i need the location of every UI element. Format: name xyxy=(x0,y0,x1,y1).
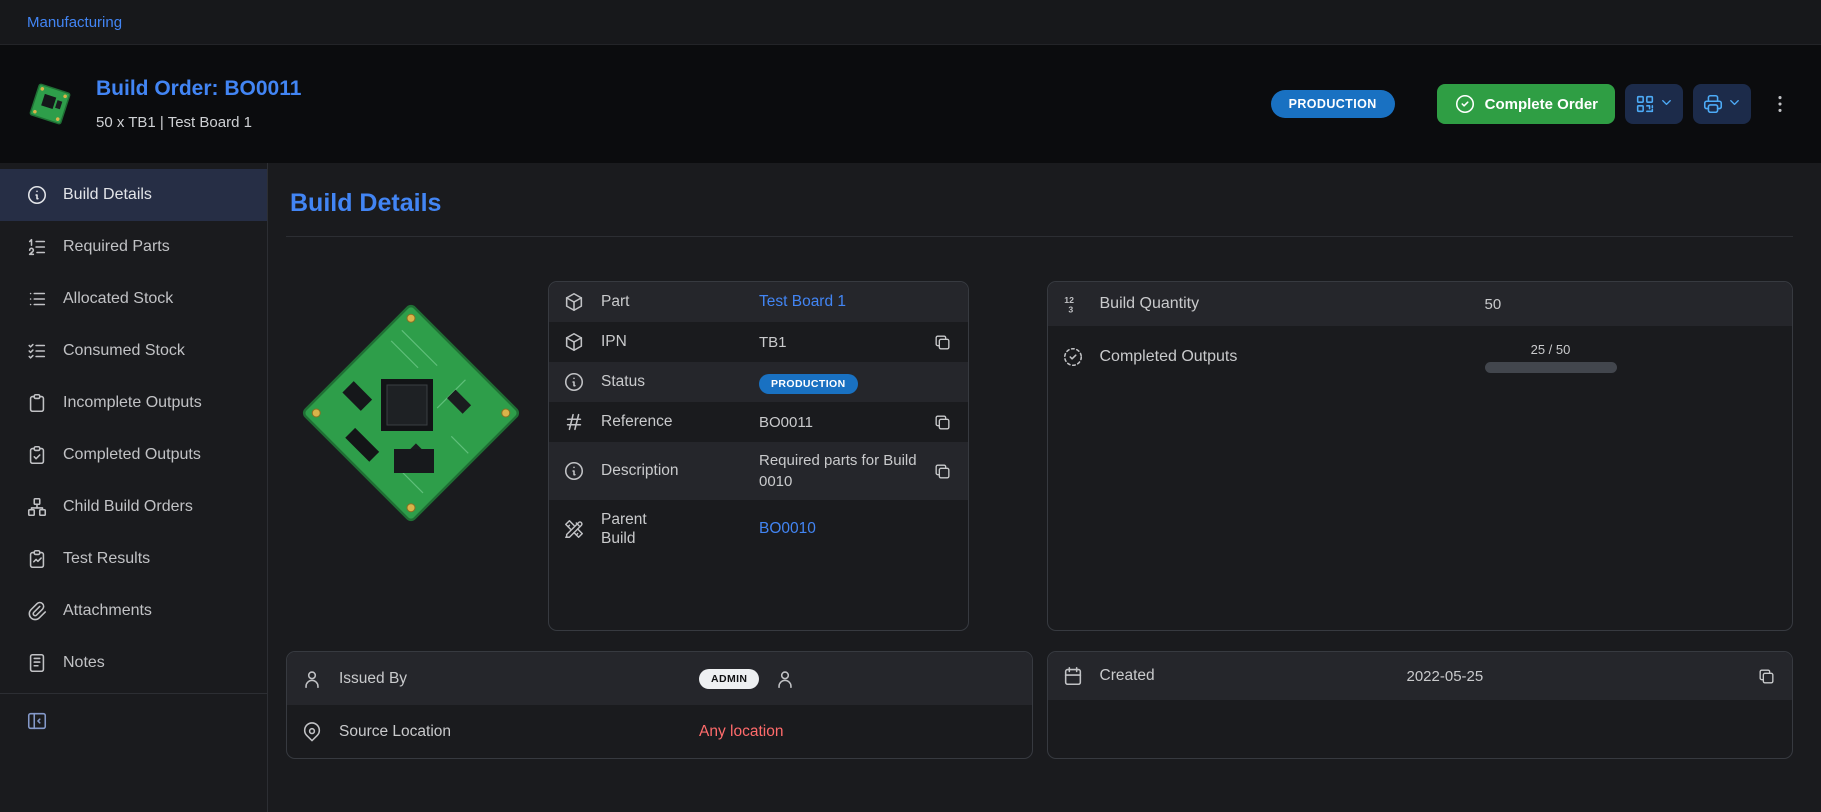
part-link[interactable]: Test Board 1 xyxy=(759,293,846,310)
copy-icon xyxy=(1757,667,1776,686)
clipboard-icon xyxy=(26,392,48,414)
copy-reference-button[interactable] xyxy=(931,411,954,434)
completed-outputs-row: Completed Outputs 25 / 50 xyxy=(1048,326,1793,388)
created-row: Created 2022-05-25 xyxy=(1048,652,1793,700)
copy-description-button[interactable] xyxy=(931,460,954,483)
part-image[interactable] xyxy=(286,281,538,631)
barcode-actions-button[interactable] xyxy=(1625,84,1683,124)
build-quantity-card: 123 Build Quantity 50 Completed Outputs … xyxy=(1047,281,1794,631)
list-check-icon xyxy=(26,340,48,362)
progress-bar xyxy=(1485,362,1617,373)
breadcrumb: Manufacturing xyxy=(0,0,1821,45)
complete-order-button[interactable]: Complete Order xyxy=(1437,84,1615,124)
sidebar-divider xyxy=(0,693,267,694)
content-area: Build Details Required Parts Allocated S… xyxy=(0,163,1821,812)
build-details-card: Part Test Board 1 IPN TB1 Status PRODUCT… xyxy=(548,281,969,631)
status-badge-table: PRODUCTION xyxy=(759,374,858,394)
sidebar-item-build-details[interactable]: Build Details xyxy=(0,169,267,221)
sidebar: Build Details Required Parts Allocated S… xyxy=(0,163,268,812)
sidebar-item-incomplete-outputs[interactable]: Incomplete Outputs xyxy=(0,377,267,429)
clipboard-check-icon xyxy=(26,444,48,466)
parent-build-link[interactable]: BO0010 xyxy=(759,520,816,537)
list-icon xyxy=(26,288,48,310)
issued-card: Issued By ADMIN Source Location Any loca… xyxy=(286,651,1033,759)
source-location-value: Any location xyxy=(699,723,783,741)
svg-text:3: 3 xyxy=(1068,304,1073,314)
chevron-down-icon xyxy=(1659,95,1674,113)
build-quantity-row: 123 Build Quantity 50 xyxy=(1048,282,1793,326)
page-subtitle: 50 x TB1 | Test Board 1 xyxy=(96,114,301,131)
issued-by-badge: ADMIN xyxy=(699,669,759,689)
page-header: Build Order: BO0011 50 x TB1 | Test Boar… xyxy=(0,45,1821,163)
user-icon xyxy=(774,668,796,690)
printer-icon xyxy=(1702,93,1724,115)
detail-row-ipn: IPN TB1 xyxy=(549,322,968,362)
part-thumbnail-image[interactable] xyxy=(26,80,74,128)
description-value: Required parts for Build 0010 xyxy=(759,450,931,492)
sidebar-item-child-build-orders[interactable]: Child Build Orders xyxy=(0,481,267,533)
copy-icon xyxy=(933,333,952,352)
chevron-down-icon xyxy=(1727,95,1742,113)
sidebar-item-required-parts[interactable]: Required Parts xyxy=(0,221,267,273)
source-location-row: Source Location Any location xyxy=(287,705,1032,758)
hash-icon xyxy=(563,411,589,433)
map-pin-icon xyxy=(301,721,327,743)
issued-by-row: Issued By ADMIN xyxy=(287,652,1032,705)
detail-row-description: Description Required parts for Build 001… xyxy=(549,442,968,500)
created-value: 2022-05-25 xyxy=(1407,668,1484,685)
sidebar-collapse-button[interactable] xyxy=(0,698,267,744)
build-quantity-value: 50 xyxy=(1485,296,1502,313)
copy-ipn-button[interactable] xyxy=(931,331,954,354)
copy-icon xyxy=(933,413,952,432)
sidebar-item-attachments[interactable]: Attachments xyxy=(0,585,267,637)
sitemap-icon xyxy=(26,496,48,518)
detail-row-reference: Reference BO0011 xyxy=(549,402,968,442)
box-icon xyxy=(563,291,589,313)
more-actions-button[interactable] xyxy=(1765,89,1795,119)
copy-icon xyxy=(933,462,952,481)
main-panel: Build Details xyxy=(268,163,1821,812)
info-circle-icon xyxy=(26,184,48,206)
numbers-123-icon: 123 xyxy=(1062,293,1088,315)
sidebar-item-allocated-stock[interactable]: Allocated Stock xyxy=(0,273,267,325)
page-title: Build Order: BO0011 xyxy=(96,77,301,101)
sidebar-collapse-icon xyxy=(26,710,48,732)
created-card: Created 2022-05-25 xyxy=(1047,651,1794,759)
user-icon xyxy=(301,668,327,690)
detail-row-status: Status PRODUCTION xyxy=(549,362,968,402)
test-report-icon xyxy=(26,548,48,570)
header-title-block: Build Order: BO0011 50 x TB1 | Test Boar… xyxy=(96,77,301,131)
progress-label: 25 / 50 xyxy=(1485,342,1617,357)
dots-vertical-icon xyxy=(1769,93,1791,115)
progress-check-icon xyxy=(1062,346,1088,368)
paperclip-icon xyxy=(26,600,48,622)
header-actions: PRODUCTION Complete Order xyxy=(1271,84,1795,124)
notes-icon xyxy=(26,652,48,674)
calendar-icon xyxy=(1062,665,1088,687)
detail-row-parent-build: Parent Build BO0010 xyxy=(549,500,968,558)
info-circle-icon xyxy=(563,371,589,393)
tools-icon xyxy=(563,518,589,540)
reference-value: BO0011 xyxy=(759,414,813,431)
list-numbers-icon xyxy=(26,236,48,258)
status-badge: PRODUCTION xyxy=(1271,90,1395,118)
heading-divider xyxy=(286,236,1793,237)
panel-heading: Build Details xyxy=(290,189,1793,218)
sidebar-item-test-results[interactable]: Test Results xyxy=(0,533,267,585)
ipn-value: TB1 xyxy=(759,334,787,351)
sidebar-item-notes[interactable]: Notes xyxy=(0,637,267,689)
breadcrumb-manufacturing-link[interactable]: Manufacturing xyxy=(27,14,122,31)
sidebar-item-completed-outputs[interactable]: Completed Outputs xyxy=(0,429,267,481)
circle-check-icon xyxy=(1454,93,1476,115)
qrcode-icon xyxy=(1634,93,1656,115)
detail-row-part: Part Test Board 1 xyxy=(549,282,968,322)
sidebar-item-consumed-stock[interactable]: Consumed Stock xyxy=(0,325,267,377)
info-circle-icon xyxy=(563,460,589,482)
copy-created-button[interactable] xyxy=(1755,665,1778,688)
box-icon xyxy=(563,331,589,353)
completed-outputs-progress: 25 / 50 xyxy=(1485,342,1617,373)
print-actions-button[interactable] xyxy=(1693,84,1751,124)
